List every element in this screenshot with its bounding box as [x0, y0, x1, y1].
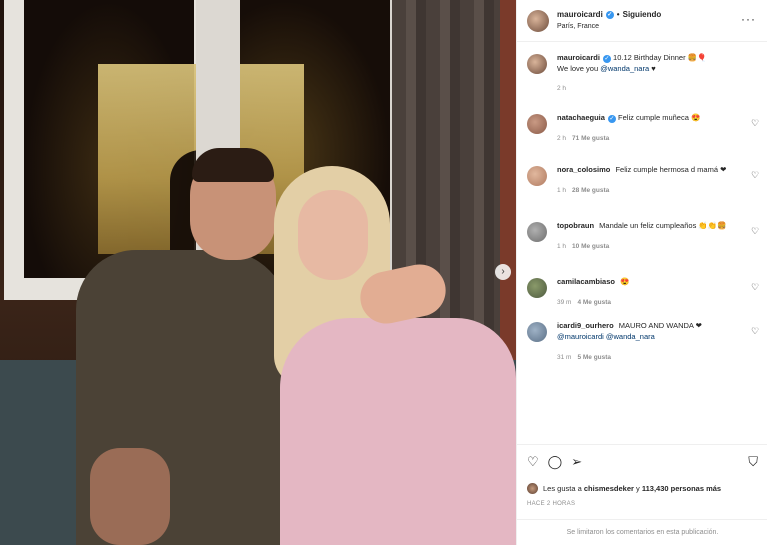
photo-man-arm [90, 448, 170, 545]
post-side-panel: mauroicardi ✓ • Siguiendo París, France … [516, 0, 767, 545]
comment-like-heart-icon[interactable]: ♡ [750, 170, 760, 180]
comment-meta: 31 m 5 Me gusta [557, 352, 747, 363]
comment-likes[interactable]: 28 Me gusta [572, 187, 609, 194]
comment-row: icardi9_ourhero MAURO AND WANDA ❤ @mauro… [517, 320, 767, 376]
comment-meta: 1 h 10 Me gusta [557, 241, 747, 252]
comment-body: topobraun Mandale un feliz cumpleaños 👏👏… [557, 220, 747, 276]
caption-meta: 2 h [557, 83, 747, 94]
comment-time[interactable]: 2 h [557, 135, 566, 142]
action-icons: ♡ ◯ ➢ [527, 455, 582, 469]
comment-username[interactable]: icardi9_ourhero [557, 321, 614, 330]
verified-badge-icon: ✓ [605, 10, 614, 19]
comment-row: nora_colosimo Feliz cumple hermosa d mam… [517, 164, 767, 220]
photo-woman-body [280, 318, 516, 545]
comment-icon[interactable]: ◯ [548, 455, 563, 469]
likes-user[interactable]: chismesdeker [584, 484, 634, 493]
posted-time[interactable]: HACE 2 HORAS [527, 501, 575, 507]
comment-like-heart-icon[interactable]: ♡ [750, 226, 760, 236]
comment-row: topobraun Mandale un feliz cumpleaños 👏👏… [517, 220, 767, 276]
comment-likes[interactable]: 10 Me gusta [572, 243, 609, 250]
comments-list: mauroicardi ✓ 10.12 Birthday Dinner 🍔🎈 We… [517, 52, 767, 376]
verified-badge-icon: ✓ [602, 55, 611, 63]
comment-text: Mandale un feliz cumpleaños 👏👏🍔 [599, 221, 727, 230]
likes-prefix: Les gusta a [543, 484, 582, 493]
caption-text-2: We love you [557, 64, 599, 73]
comment-username[interactable]: nora_colosimo [557, 165, 610, 174]
comment-text: Feliz cumple hermosa d mamá ❤ [615, 165, 727, 174]
likes-count[interactable]: 113,430 personas más [642, 484, 721, 493]
commenter-avatar[interactable] [527, 322, 547, 342]
photo-woman-face [298, 190, 368, 280]
comment-meta: 39 m 4 Me gusta [557, 297, 747, 308]
comment-time[interactable]: 39 m [557, 299, 571, 306]
comment-text: MAURO AND WANDA ❤ [618, 321, 702, 330]
commenter-avatar[interactable] [527, 166, 547, 186]
comment-likes[interactable]: 4 Me gusta [577, 299, 611, 306]
comment-meta: 1 h 28 Me gusta [557, 185, 747, 196]
comment-likes[interactable]: 71 Me gusta [572, 135, 609, 142]
caption-suffix: ♥ [651, 64, 656, 73]
comment-likes[interactable]: 5 Me gusta [577, 354, 611, 361]
bookmark-icon[interactable]: ⛉ [748, 454, 758, 470]
caption-time[interactable]: 2 h [557, 85, 566, 92]
comment-username[interactable]: camilacambiaso [557, 277, 615, 286]
author-avatar[interactable] [527, 9, 549, 32]
caption-text: 10.12 Birthday Dinner 🍔🎈 [613, 53, 707, 62]
comment-mention[interactable]: @wanda_nara [606, 332, 655, 341]
photo-man-hair [192, 148, 274, 182]
liker-avatar[interactable] [527, 483, 538, 494]
comment-like-heart-icon[interactable]: ♡ [750, 118, 760, 128]
header-separator: • [616, 9, 620, 19]
comment-meta: 2 h 71 Me gusta [557, 133, 747, 144]
comment-like-heart-icon[interactable]: ♡ [750, 326, 760, 336]
comment-body: camilacambiaso 😍 39 m 4 Me gusta [557, 276, 747, 320]
comment-row: natachaeguia ✓ Feliz cumple muñeca 😍 2 h 7… [517, 112, 767, 164]
caption-row: mauroicardi ✓ 10.12 Birthday Dinner 🍔🎈 We… [517, 52, 767, 104]
comment-body: icardi9_ourhero MAURO AND WANDA ❤ @mauro… [557, 320, 747, 376]
caption-avatar[interactable] [527, 54, 547, 74]
comment-time[interactable]: 1 h [557, 187, 566, 194]
author-username[interactable]: mauroicardi [557, 9, 603, 21]
post-header: mauroicardi ✓ • Siguiendo París, France … [517, 0, 767, 42]
next-arrow-icon[interactable]: › [495, 264, 511, 280]
comment-username[interactable]: topobraun [557, 221, 594, 230]
more-options-icon[interactable]: ··· [741, 12, 756, 26]
commenter-avatar[interactable] [527, 278, 547, 298]
author-line: mauroicardi ✓ • Siguiendo [557, 9, 661, 21]
comment-text: 😍 [620, 277, 630, 286]
comment-like-heart-icon[interactable]: ♡ [750, 282, 760, 292]
verified-badge-icon: ✓ [607, 115, 616, 123]
comment-time[interactable]: 1 h [557, 243, 566, 250]
following-button[interactable]: Siguiendo [623, 9, 662, 21]
commenter-avatar[interactable] [527, 222, 547, 242]
caption-username[interactable]: mauroicardi [557, 53, 600, 62]
heart-icon[interactable]: ♡ [527, 455, 539, 469]
comment-mention[interactable]: @mauroicardi [557, 332, 604, 341]
comment-text: Feliz cumple muñeca 😍 [618, 113, 701, 122]
comment-body: nora_colosimo Feliz cumple hermosa d mam… [557, 164, 747, 220]
comment-row: camilacambiaso 😍 39 m 4 Me gusta ♡ [517, 276, 767, 320]
comment-time[interactable]: 31 m [557, 354, 571, 361]
comments-closed-notice: Se limitaron los comentarios en esta pub… [517, 519, 767, 545]
comment-body: natachaeguia ✓ Feliz cumple muñeca 😍 2 h 7… [557, 112, 747, 164]
share-icon[interactable]: ➢ [571, 455, 582, 469]
caption-mention[interactable]: @wanda_nara [600, 64, 649, 73]
post-location[interactable]: París, France [557, 21, 661, 33]
comment-username[interactable]: natachaeguia [557, 113, 605, 122]
post-actions: ♡ ◯ ➢ ⛉ Les gusta a chismesdeker y 113,4… [517, 444, 767, 544]
caption-body: mauroicardi ✓ 10.12 Birthday Dinner 🍔🎈 We… [557, 52, 747, 104]
likes-joiner: y [636, 484, 640, 493]
author-info: mauroicardi ✓ • Siguiendo París, France [557, 9, 661, 33]
post-photo[interactable]: › [0, 0, 516, 545]
likes-summary: Les gusta a chismesdeker y 113,430 perso… [527, 483, 721, 494]
commenter-avatar[interactable] [527, 114, 547, 134]
